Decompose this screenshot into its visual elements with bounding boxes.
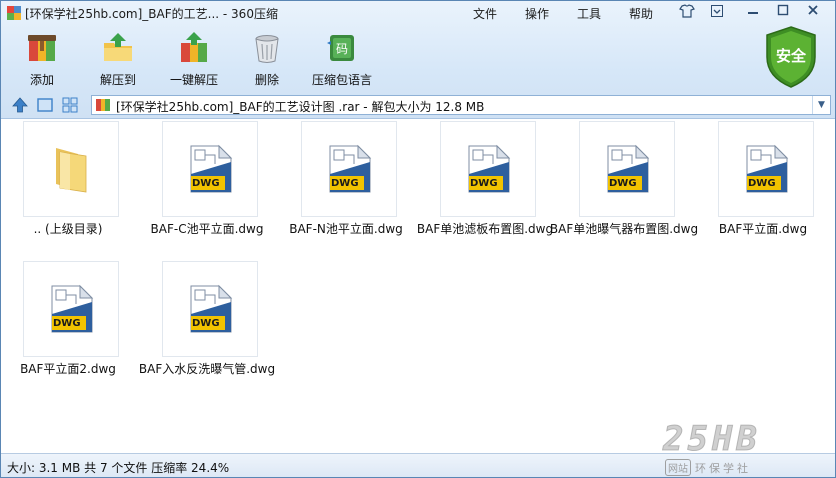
one-click-extract-button[interactable]: 一键解压 xyxy=(165,27,223,91)
security-badge-label: 安全 xyxy=(775,47,806,65)
main-toolbar: 添加 解压到 一键解压 删除 码 压缩包语言 xyxy=(1,27,761,91)
app-window: [环保学社25hb.com]_BAF的工艺... - 360压缩 文件 操作 工… xyxy=(0,0,836,478)
file-item[interactable]: DWG BAF-C池平立面.dwg xyxy=(140,119,274,251)
large-icons-view-icon[interactable] xyxy=(36,96,54,114)
archive-language-icon: 码 xyxy=(327,35,354,61)
close-button[interactable] xyxy=(803,4,823,20)
site-watermark: 25HB 网站 环保学社 xyxy=(661,419,833,477)
skin-icon[interactable] xyxy=(677,4,697,20)
archive-file-icon xyxy=(96,99,110,111)
address-bar: [环保学社25hb.com]_BAF的工艺设计图 .rar - 解包大小为 12… xyxy=(1,93,835,117)
file-item[interactable]: DWG BAF平立面.dwg xyxy=(696,119,830,251)
file-item[interactable]: DWG BAF平立面2.dwg xyxy=(1,259,135,391)
file-item[interactable]: DWG BAF入水反洗曝气管.dwg xyxy=(139,259,275,391)
menu-tools[interactable]: 工具 xyxy=(577,5,601,22)
one-click-extract-icon xyxy=(181,32,207,62)
up-arrow-icon[interactable] xyxy=(11,96,29,114)
add-button[interactable]: 添加 xyxy=(15,27,69,91)
one-click-extract-label: 一键解压 xyxy=(169,73,218,87)
delete-label: 删除 xyxy=(254,73,279,87)
watermark-caption: 网站 环保学社 xyxy=(665,459,751,476)
watermark-brand: 25HB xyxy=(663,419,761,460)
title-bar: [环保学社25hb.com]_BAF的工艺... - 360压缩 文件 操作 工… xyxy=(1,1,835,25)
dwg-badge-text: DWG xyxy=(748,178,776,189)
extract-to-label: 解压到 xyxy=(99,73,136,87)
maximize-button[interactable] xyxy=(773,4,793,20)
360zip-app-icon xyxy=(7,6,21,20)
file-name: BAF-N池平立面.dwg xyxy=(289,222,403,236)
menu-file[interactable]: 文件 xyxy=(473,5,497,22)
status-text: 大小: 3.1 MB 共 7 个文件 压缩率 24.4% xyxy=(7,461,230,475)
file-thumbnail: DWG xyxy=(579,121,675,217)
watermark-text: 环保学社 xyxy=(695,462,751,475)
file-thumbnail xyxy=(23,121,119,217)
dwg-badge-text: DWG xyxy=(470,178,498,189)
path-dropdown-icon[interactable]: ▼ xyxy=(812,96,830,114)
file-thumbnail: DWG xyxy=(162,261,258,357)
extract-to-button[interactable]: 解压到 xyxy=(91,27,145,91)
window-chrome: [环保学社25hb.com]_BAF的工艺... - 360压缩 文件 操作 工… xyxy=(1,1,835,119)
dwg-badge-text: DWG xyxy=(609,178,637,189)
file-item-parent[interactable]: .. (上级目录) xyxy=(1,119,135,251)
window-title: [环保学社25hb.com]_BAF的工艺... - 360压缩 xyxy=(25,7,278,21)
path-field[interactable]: [环保学社25hb.com]_BAF的工艺设计图 .rar - 解包大小为 12… xyxy=(91,95,831,115)
file-item[interactable]: DWG BAF-N池平立面.dwg xyxy=(279,119,413,251)
svg-text:码: 码 xyxy=(336,42,348,56)
file-thumbnail: DWG xyxy=(23,261,119,357)
file-name: BAF单池曝气器布置图.dwg xyxy=(549,222,699,236)
file-item[interactable]: DWG BAF单池滤板布置图.dwg xyxy=(417,119,553,251)
file-thumbnail: DWG xyxy=(440,121,536,217)
delete-button[interactable]: 删除 xyxy=(245,27,289,91)
file-name: BAF平立面2.dwg xyxy=(20,362,116,376)
dwg-badge-text: DWG xyxy=(192,318,220,329)
file-item[interactable]: DWG BAF单池曝气器布置图.dwg xyxy=(550,119,698,251)
archive-language-button[interactable]: 码 压缩包语言 xyxy=(307,27,377,91)
list-view-icon[interactable] xyxy=(61,96,79,114)
security-shield[interactable]: 安全 xyxy=(763,25,819,89)
archive-language-label: 压缩包语言 xyxy=(311,73,372,87)
file-name: BAF平立面.dwg xyxy=(718,222,808,236)
file-name: BAF-C池平立面.dwg xyxy=(150,222,264,236)
trash-icon xyxy=(255,35,279,63)
file-list: .. (上级目录) DWG BAF-C池平立面.dwg DWG BAF-N池平立… xyxy=(1,119,835,453)
file-name: .. (上级目录) xyxy=(33,222,103,236)
file-name: BAF入水反洗曝气管.dwg xyxy=(138,362,276,376)
file-thumbnail: DWG xyxy=(301,121,397,217)
folder-icon xyxy=(56,148,87,193)
file-name: BAF单池滤板布置图.dwg xyxy=(416,222,554,236)
archive-path-text: [环保学社25hb.com]_BAF的工艺设计图 .rar - 解包大小为 12… xyxy=(116,100,485,114)
add-label: 添加 xyxy=(29,73,54,87)
minimize-button[interactable] xyxy=(743,4,763,20)
extract-to-folder-icon xyxy=(104,33,132,61)
dwg-badge-text: DWG xyxy=(53,318,81,329)
file-thumbnail: DWG xyxy=(162,121,258,217)
file-thumbnail: DWG xyxy=(718,121,814,217)
menu-help[interactable]: 帮助 xyxy=(629,5,653,22)
menu-operation[interactable]: 操作 xyxy=(525,5,549,22)
watermark-tag: 网站 xyxy=(665,459,691,476)
dwg-badge-text: DWG xyxy=(192,178,220,189)
add-archive-icon xyxy=(28,35,56,61)
dwg-badge-text: DWG xyxy=(331,178,359,189)
menu-dropdown-icon[interactable] xyxy=(707,4,727,20)
